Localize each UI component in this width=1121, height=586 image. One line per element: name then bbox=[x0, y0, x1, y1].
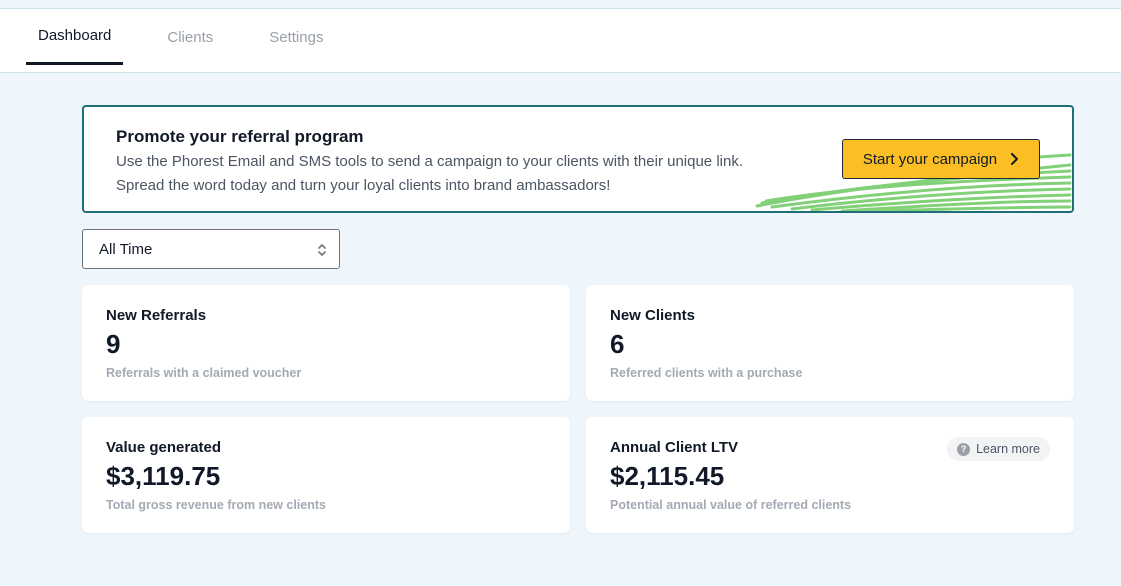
card-title: New Clients bbox=[610, 307, 696, 324]
card-description: Referred clients with a purchase bbox=[610, 366, 803, 380]
card-description: Referrals with a claimed voucher bbox=[106, 366, 302, 380]
start-campaign-label: Start your campaign bbox=[862, 150, 998, 168]
card-title: Annual Client LTV bbox=[610, 439, 739, 456]
banner-title: Promote your referral program bbox=[116, 127, 364, 146]
learn-more-button[interactable]: ? Learn more bbox=[947, 437, 1050, 461]
banner-text-line-2: Spread the word today and turn your loya… bbox=[116, 177, 611, 194]
tab-dashboard[interactable]: Dashboard bbox=[26, 9, 124, 65]
chevron-right-icon bbox=[1011, 153, 1019, 165]
up-down-arrows-icon bbox=[318, 244, 326, 256]
referral-promo-banner: Promote your referral program Use the Ph… bbox=[82, 105, 1074, 213]
learn-more-label: Learn more bbox=[976, 442, 1040, 456]
new-clients-card: New Clients 6 Referred clients with a pu… bbox=[586, 285, 1074, 401]
card-title: Value generated bbox=[106, 439, 222, 456]
card-value: $3,119.75 bbox=[106, 461, 221, 491]
banner-text-line-1: Use the Phorest Email and SMS tools to s… bbox=[116, 153, 743, 170]
time-range-value: All Time bbox=[99, 240, 153, 258]
top-navigation: Dashboard Clients Settings bbox=[0, 8, 1121, 73]
tab-settings[interactable]: Settings bbox=[257, 9, 335, 65]
card-description: Potential annual value of referred clien… bbox=[610, 498, 852, 512]
tab-clients[interactable]: Clients bbox=[155, 9, 225, 65]
new-referrals-card: New Referrals 9 Referrals with a claimed… bbox=[82, 285, 570, 401]
annual-client-ltv-card: Annual Client LTV $2,115.45 Potential an… bbox=[586, 417, 1074, 533]
tab-bar: Dashboard Clients Settings bbox=[26, 9, 367, 65]
question-circle-icon: ? bbox=[957, 442, 971, 456]
card-title: New Referrals bbox=[106, 307, 207, 324]
card-value: 9 bbox=[106, 329, 121, 359]
card-description: Total gross revenue from new clients bbox=[106, 498, 326, 512]
time-range-select[interactable]: All Time bbox=[82, 229, 340, 269]
card-value: $2,115.45 bbox=[610, 461, 725, 491]
value-generated-card: Value generated $3,119.75 Total gross re… bbox=[82, 417, 570, 533]
start-campaign-button[interactable]: Start your campaign bbox=[842, 139, 1040, 179]
card-value: 6 bbox=[610, 329, 625, 359]
